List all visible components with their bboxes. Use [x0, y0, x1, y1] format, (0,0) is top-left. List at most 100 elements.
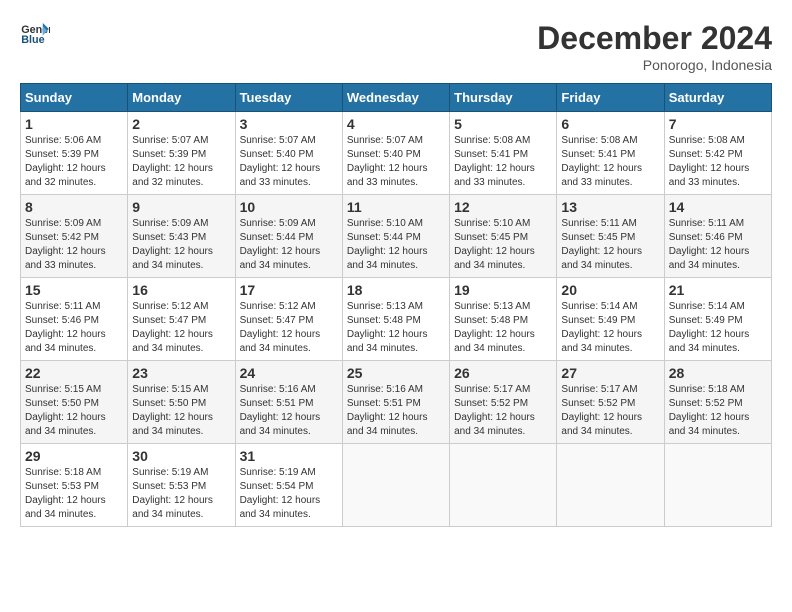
day-info: Sunrise: 5:09 AM Sunset: 5:44 PM Dayligh…	[240, 217, 338, 273]
calendar-cell: 18Sunrise: 5:13 AM Sunset: 5:48 PM Dayli…	[342, 278, 449, 361]
calendar-cell: 5 Sunrise: 5:08 AM Sunset: 5:41 PM Daylig…	[450, 112, 557, 195]
day-info: Sunrise: 5:16 AM Sunset: 5:51 PM Dayligh…	[240, 383, 338, 439]
logo: General Blue	[20, 20, 50, 50]
calendar-cell	[664, 444, 771, 527]
calendar-cell: 9 Sunrise: 5:09 AM Sunset: 5:43 PM Daylig…	[128, 195, 235, 278]
day-info: Sunrise: 5:13 AM Sunset: 5:48 PM Dayligh…	[454, 300, 552, 356]
calendar-week-row: 8 Sunrise: 5:09 AM Sunset: 5:42 PM Daylig…	[21, 195, 772, 278]
subtitle: Ponorogo, Indonesia	[537, 57, 772, 73]
calendar-cell: 11 Sunrise: 5:10 AM Sunset: 5:44 PM Dayli…	[342, 195, 449, 278]
day-number: 6	[561, 116, 659, 132]
day-info: Sunrise: 5:14 AM Sunset: 5:49 PM Dayligh…	[561, 300, 659, 356]
day-number: 23	[132, 365, 230, 381]
calendar-cell: 21 Sunrise: 5:14 AM Sunset: 5:49 PM Dayli…	[664, 278, 771, 361]
calendar-week-row: 22 Sunrise: 5:15 AM Sunset: 5:50 PM Dayli…	[21, 361, 772, 444]
calendar-cell: 20 Sunrise: 5:14 AM Sunset: 5:49 PM Dayli…	[557, 278, 664, 361]
calendar-cell	[450, 444, 557, 527]
day-info: Sunrise: 5:19 AM Sunset: 5:54 PM Dayligh…	[240, 466, 338, 522]
calendar-header-wednesday: Wednesday	[342, 84, 449, 112]
day-number: 30	[132, 448, 230, 464]
day-number: 8	[25, 199, 123, 215]
main-title: December 2024	[537, 20, 772, 57]
day-info: Sunrise: 5:15 AM Sunset: 5:50 PM Dayligh…	[132, 383, 230, 439]
calendar-cell: 14 Sunrise: 5:11 AM Sunset: 5:46 PM Dayli…	[664, 195, 771, 278]
day-info: Sunrise: 5:17 AM Sunset: 5:52 PM Dayligh…	[561, 383, 659, 439]
day-info: Sunrise: 5:07 AM Sunset: 5:39 PM Dayligh…	[132, 134, 230, 190]
day-info: Sunrise: 5:12 AM Sunset: 5:47 PM Dayligh…	[132, 300, 230, 356]
day-number: 16	[132, 282, 230, 298]
day-info: Sunrise: 5:06 AM Sunset: 5:39 PM Dayligh…	[25, 134, 123, 190]
calendar-cell: 31 Sunrise: 5:19 AM Sunset: 5:54 PM Dayli…	[235, 444, 342, 527]
day-number: 22	[25, 365, 123, 381]
day-number: 4	[347, 116, 445, 132]
calendar-week-row: 29 Sunrise: 5:18 AM Sunset: 5:53 PM Dayli…	[21, 444, 772, 527]
header: General Blue December 2024 Ponorogo, Ind…	[20, 20, 772, 73]
day-number: 2	[132, 116, 230, 132]
day-info: Sunrise: 5:15 AM Sunset: 5:50 PM Dayligh…	[25, 383, 123, 439]
day-info: Sunrise: 5:08 AM Sunset: 5:41 PM Dayligh…	[454, 134, 552, 190]
calendar-cell: 12Sunrise: 5:10 AM Sunset: 5:45 PM Dayli…	[450, 195, 557, 278]
day-number: 28	[669, 365, 767, 381]
day-number: 20	[561, 282, 659, 298]
calendar-cell: 22 Sunrise: 5:15 AM Sunset: 5:50 PM Dayli…	[21, 361, 128, 444]
day-number: 25	[347, 365, 445, 381]
day-info: Sunrise: 5:07 AM Sunset: 5:40 PM Dayligh…	[240, 134, 338, 190]
calendar-cell: 3 Sunrise: 5:07 AM Sunset: 5:40 PM Daylig…	[235, 112, 342, 195]
day-number: 10	[240, 199, 338, 215]
day-number: 11	[347, 199, 445, 215]
day-info: Sunrise: 5:09 AM Sunset: 5:42 PM Dayligh…	[25, 217, 123, 273]
calendar-header-tuesday: Tuesday	[235, 84, 342, 112]
calendar-cell: 16 Sunrise: 5:12 AM Sunset: 5:47 PM Dayli…	[128, 278, 235, 361]
calendar-cell	[342, 444, 449, 527]
day-number: 3	[240, 116, 338, 132]
day-number: 9	[132, 199, 230, 215]
day-info: Sunrise: 5:19 AM Sunset: 5:53 PM Dayligh…	[132, 466, 230, 522]
day-info: Sunrise: 5:18 AM Sunset: 5:53 PM Dayligh…	[25, 466, 123, 522]
calendar-cell: 26Sunrise: 5:17 AM Sunset: 5:52 PM Dayli…	[450, 361, 557, 444]
calendar-table: SundayMondayTuesdayWednesdayThursdayFrid…	[20, 83, 772, 527]
calendar-week-row: 1Sunrise: 5:06 AM Sunset: 5:39 PM Daylig…	[21, 112, 772, 195]
day-number: 21	[669, 282, 767, 298]
day-number: 24	[240, 365, 338, 381]
calendar-cell: 15Sunrise: 5:11 AM Sunset: 5:46 PM Dayli…	[21, 278, 128, 361]
day-info: Sunrise: 5:11 AM Sunset: 5:45 PM Dayligh…	[561, 217, 659, 273]
day-info: Sunrise: 5:11 AM Sunset: 5:46 PM Dayligh…	[25, 300, 123, 356]
day-info: Sunrise: 5:13 AM Sunset: 5:48 PM Dayligh…	[347, 300, 445, 356]
calendar-cell: 25Sunrise: 5:16 AM Sunset: 5:51 PM Dayli…	[342, 361, 449, 444]
calendar-cell: 10 Sunrise: 5:09 AM Sunset: 5:44 PM Dayli…	[235, 195, 342, 278]
day-info: Sunrise: 5:14 AM Sunset: 5:49 PM Dayligh…	[669, 300, 767, 356]
calendar-week-row: 15Sunrise: 5:11 AM Sunset: 5:46 PM Dayli…	[21, 278, 772, 361]
day-info: Sunrise: 5:10 AM Sunset: 5:44 PM Dayligh…	[347, 217, 445, 273]
day-info: Sunrise: 5:08 AM Sunset: 5:41 PM Dayligh…	[561, 134, 659, 190]
calendar-header-saturday: Saturday	[664, 84, 771, 112]
day-number: 27	[561, 365, 659, 381]
svg-text:Blue: Blue	[21, 34, 44, 46]
calendar-cell: 28Sunrise: 5:18 AM Sunset: 5:52 PM Dayli…	[664, 361, 771, 444]
day-number: 19	[454, 282, 552, 298]
calendar-cell: 2 Sunrise: 5:07 AM Sunset: 5:39 PM Daylig…	[128, 112, 235, 195]
day-number: 29	[25, 448, 123, 464]
title-area: December 2024 Ponorogo, Indonesia	[537, 20, 772, 73]
calendar-cell: 7Sunrise: 5:08 AM Sunset: 5:42 PM Daylig…	[664, 112, 771, 195]
day-number: 14	[669, 199, 767, 215]
day-number: 26	[454, 365, 552, 381]
day-number: 7	[669, 116, 767, 132]
calendar-cell: 29 Sunrise: 5:18 AM Sunset: 5:53 PM Dayli…	[21, 444, 128, 527]
calendar-header-row: SundayMondayTuesdayWednesdayThursdayFrid…	[21, 84, 772, 112]
day-number: 31	[240, 448, 338, 464]
day-info: Sunrise: 5:11 AM Sunset: 5:46 PM Dayligh…	[669, 217, 767, 273]
calendar-cell: 8 Sunrise: 5:09 AM Sunset: 5:42 PM Daylig…	[21, 195, 128, 278]
calendar-cell: 1Sunrise: 5:06 AM Sunset: 5:39 PM Daylig…	[21, 112, 128, 195]
logo-icon: General Blue	[20, 20, 50, 50]
calendar-header-monday: Monday	[128, 84, 235, 112]
day-number: 13	[561, 199, 659, 215]
day-number: 5	[454, 116, 552, 132]
day-info: Sunrise: 5:09 AM Sunset: 5:43 PM Dayligh…	[132, 217, 230, 273]
calendar-cell: 27 Sunrise: 5:17 AM Sunset: 5:52 PM Dayli…	[557, 361, 664, 444]
calendar-header-sunday: Sunday	[21, 84, 128, 112]
calendar-cell: 17Sunrise: 5:12 AM Sunset: 5:47 PM Dayli…	[235, 278, 342, 361]
calendar-cell: 13 Sunrise: 5:11 AM Sunset: 5:45 PM Dayli…	[557, 195, 664, 278]
calendar-cell	[557, 444, 664, 527]
calendar-header-thursday: Thursday	[450, 84, 557, 112]
day-info: Sunrise: 5:07 AM Sunset: 5:40 PM Dayligh…	[347, 134, 445, 190]
